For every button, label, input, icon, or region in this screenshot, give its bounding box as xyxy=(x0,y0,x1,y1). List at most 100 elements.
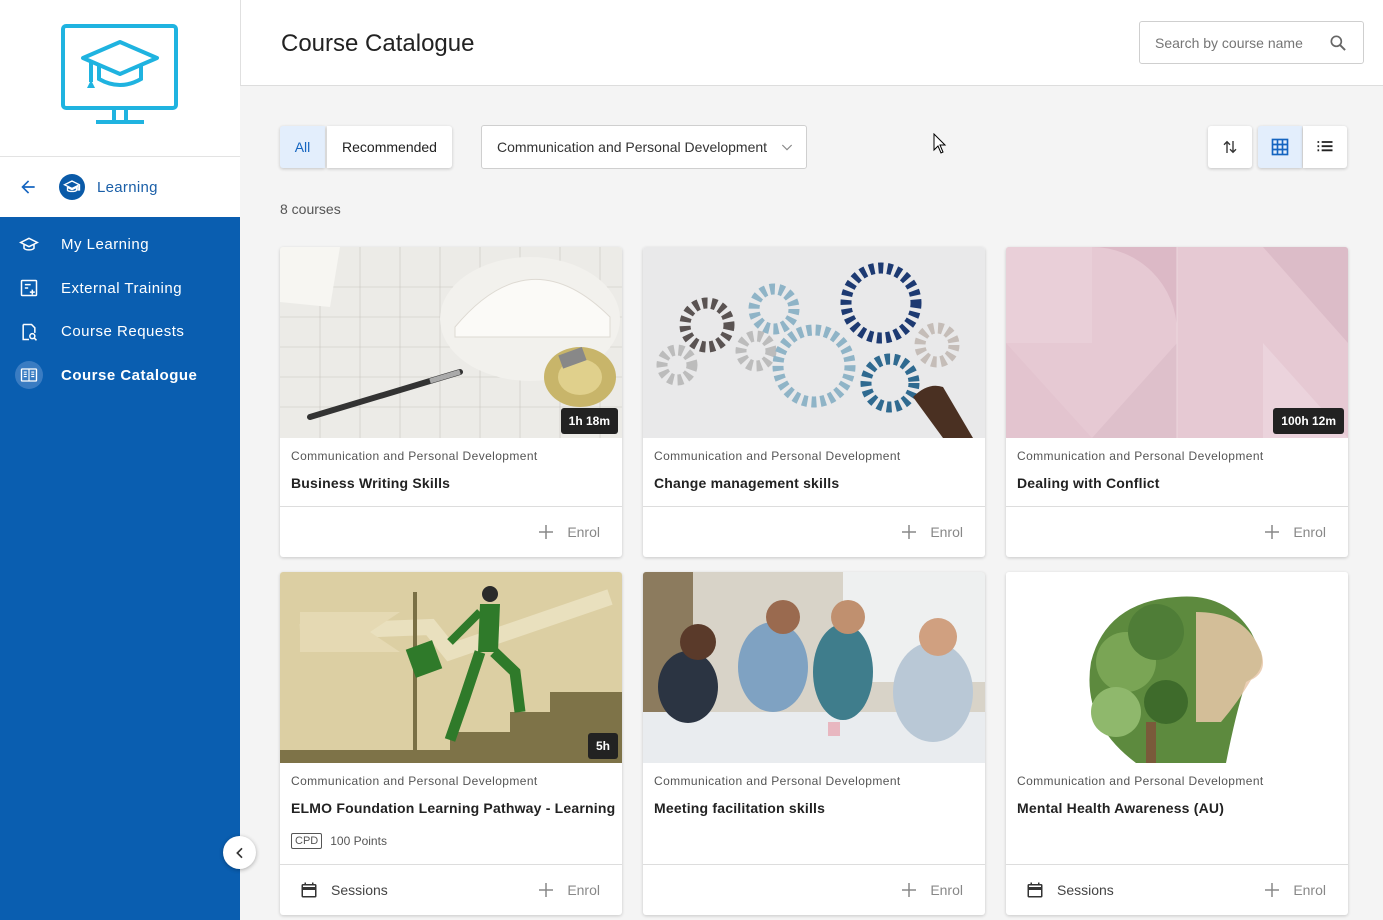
course-title[interactable]: Business Writing Skills xyxy=(280,463,622,491)
sidebar-nav: My Learning External Training Course Req… xyxy=(0,217,240,920)
search-input[interactable] xyxy=(1140,34,1320,51)
course-category: Communication and Personal Development xyxy=(291,449,538,463)
filter-tabs: All Recommended xyxy=(280,126,452,168)
course-card[interactable]: 1h 18m Communication and Personal Develo… xyxy=(280,247,622,557)
course-thumbnail xyxy=(643,247,985,438)
sort-arrows-icon xyxy=(1223,140,1237,154)
category-select-value: Communication and Personal Development xyxy=(497,139,768,155)
plus-icon xyxy=(902,883,917,897)
back-row[interactable]: Learning xyxy=(0,157,240,217)
duration-badge: 1h 18m xyxy=(560,408,618,434)
tab-recommended[interactable]: Recommended xyxy=(327,126,452,168)
course-title[interactable]: Dealing with Conflict xyxy=(1006,463,1348,491)
sidebar-item-external-training[interactable]: External Training xyxy=(0,267,240,311)
course-title[interactable]: ELMO Foundation Learning Pathway - Learn… xyxy=(280,788,622,816)
external-training-icon xyxy=(18,277,40,299)
enrol-button[interactable]: Enrol xyxy=(902,524,963,540)
course-request-icon xyxy=(18,321,40,343)
sort-button[interactable] xyxy=(1208,126,1252,168)
course-category: Communication and Personal Development xyxy=(291,774,538,788)
course-thumbnail: 1h 18m xyxy=(280,247,622,438)
course-thumbnail xyxy=(1006,572,1348,763)
cpd-points-value: 100 Points xyxy=(330,834,387,848)
card-footer: Enrol xyxy=(643,506,985,557)
enrol-label: Enrol xyxy=(1293,882,1326,898)
sidebar-item-label: Course Catalogue xyxy=(61,366,198,384)
grid-icon xyxy=(1271,138,1289,156)
arrow-left-icon[interactable] xyxy=(18,176,40,198)
course-category: Communication and Personal Development xyxy=(654,774,901,788)
sidebar: Learning My Learning External Training C… xyxy=(0,0,240,920)
sessions-label: Sessions xyxy=(1057,882,1114,898)
plus-icon xyxy=(539,883,554,897)
card-footer: Enrol xyxy=(1006,506,1348,557)
enrol-button[interactable]: Enrol xyxy=(539,882,600,898)
view-controls xyxy=(1208,126,1347,168)
plus-icon xyxy=(1265,883,1280,897)
chevron-down-icon xyxy=(779,139,795,155)
cpd-badge: CPD xyxy=(291,833,323,849)
calendar-icon xyxy=(301,882,317,898)
course-category: Communication and Personal Development xyxy=(1017,774,1264,788)
course-card[interactable]: Communication and Personal Development M… xyxy=(1006,572,1348,915)
category-select[interactable]: Communication and Personal Development xyxy=(481,125,807,169)
calendar-icon xyxy=(1027,882,1043,898)
enrol-button[interactable]: Enrol xyxy=(902,882,963,898)
card-footer: Enrol xyxy=(643,864,985,915)
course-title[interactable]: Meeting facilitation skills xyxy=(643,788,985,816)
list-icon xyxy=(1317,141,1333,152)
course-title[interactable]: Mental Health Awareness (AU) xyxy=(1006,788,1348,816)
enrol-label: Enrol xyxy=(567,882,600,898)
enrol-button[interactable]: Enrol xyxy=(539,524,600,540)
enrol-button[interactable]: Enrol xyxy=(1265,882,1326,898)
sidebar-item-label: My Learning xyxy=(61,236,150,254)
enrol-button[interactable]: Enrol xyxy=(1265,524,1326,540)
search-icon[interactable] xyxy=(1328,33,1348,53)
back-label[interactable]: Learning xyxy=(97,179,158,196)
course-card[interactable]: Communication and Personal Development M… xyxy=(643,572,985,915)
course-card[interactable]: Communication and Personal Development C… xyxy=(643,247,985,557)
course-thumbnail: 5h xyxy=(280,572,622,763)
course-card[interactable]: 100h 12m Communication and Personal Deve… xyxy=(1006,247,1348,557)
sessions-button[interactable]: Sessions xyxy=(1026,881,1114,899)
learning-app-icon xyxy=(59,174,85,200)
card-footer: Sessions Enrol xyxy=(1006,864,1348,915)
search-field[interactable] xyxy=(1139,21,1364,64)
chevron-left-icon[interactable] xyxy=(232,845,248,861)
sidebar-item-course-catalogue[interactable]: Course Catalogue xyxy=(0,354,240,398)
duration-badge: 100h 12m xyxy=(1273,408,1344,434)
duration-badge: 5h xyxy=(587,733,618,759)
plus-icon xyxy=(539,525,554,539)
list-view-button[interactable] xyxy=(1303,126,1347,168)
card-footer: Enrol xyxy=(280,506,622,557)
sessions-label: Sessions xyxy=(331,882,388,898)
course-category: Communication and Personal Development xyxy=(1017,449,1264,463)
graduation-cap-icon xyxy=(18,234,40,256)
course-thumbnail: 100h 12m xyxy=(1006,247,1348,438)
collapse-sidebar-button[interactable] xyxy=(223,836,256,869)
course-card[interactable]: 5h Communication and Personal Developmen… xyxy=(280,572,622,915)
enrol-label: Enrol xyxy=(930,524,963,540)
enrol-label: Enrol xyxy=(1293,524,1326,540)
sidebar-item-course-requests[interactable]: Course Requests xyxy=(0,310,240,354)
sidebar-item-label: External Training xyxy=(61,279,183,297)
course-category: Communication and Personal Development xyxy=(654,449,901,463)
sessions-button[interactable]: Sessions xyxy=(300,881,388,899)
plus-icon xyxy=(902,525,917,539)
sidebar-item-label: Course Requests xyxy=(61,323,185,341)
grid-view-button[interactable] xyxy=(1258,126,1302,168)
enrol-label: Enrol xyxy=(567,524,600,540)
elmo-learning-logo xyxy=(61,24,178,124)
tab-all[interactable]: All xyxy=(280,126,325,168)
sidebar-item-my-learning[interactable]: My Learning xyxy=(0,223,240,267)
cpd-points: CPD 100 Points xyxy=(280,816,622,849)
card-footer: Sessions Enrol xyxy=(280,864,622,915)
course-thumbnail xyxy=(643,572,985,763)
course-count: 8 courses xyxy=(280,201,341,217)
plus-icon xyxy=(1265,525,1280,539)
page-title: Course Catalogue xyxy=(281,30,475,57)
page-header: Course Catalogue xyxy=(240,0,1383,86)
book-open-icon xyxy=(15,361,43,390)
course-title[interactable]: Change management skills xyxy=(643,463,985,491)
logo-area xyxy=(0,0,240,157)
